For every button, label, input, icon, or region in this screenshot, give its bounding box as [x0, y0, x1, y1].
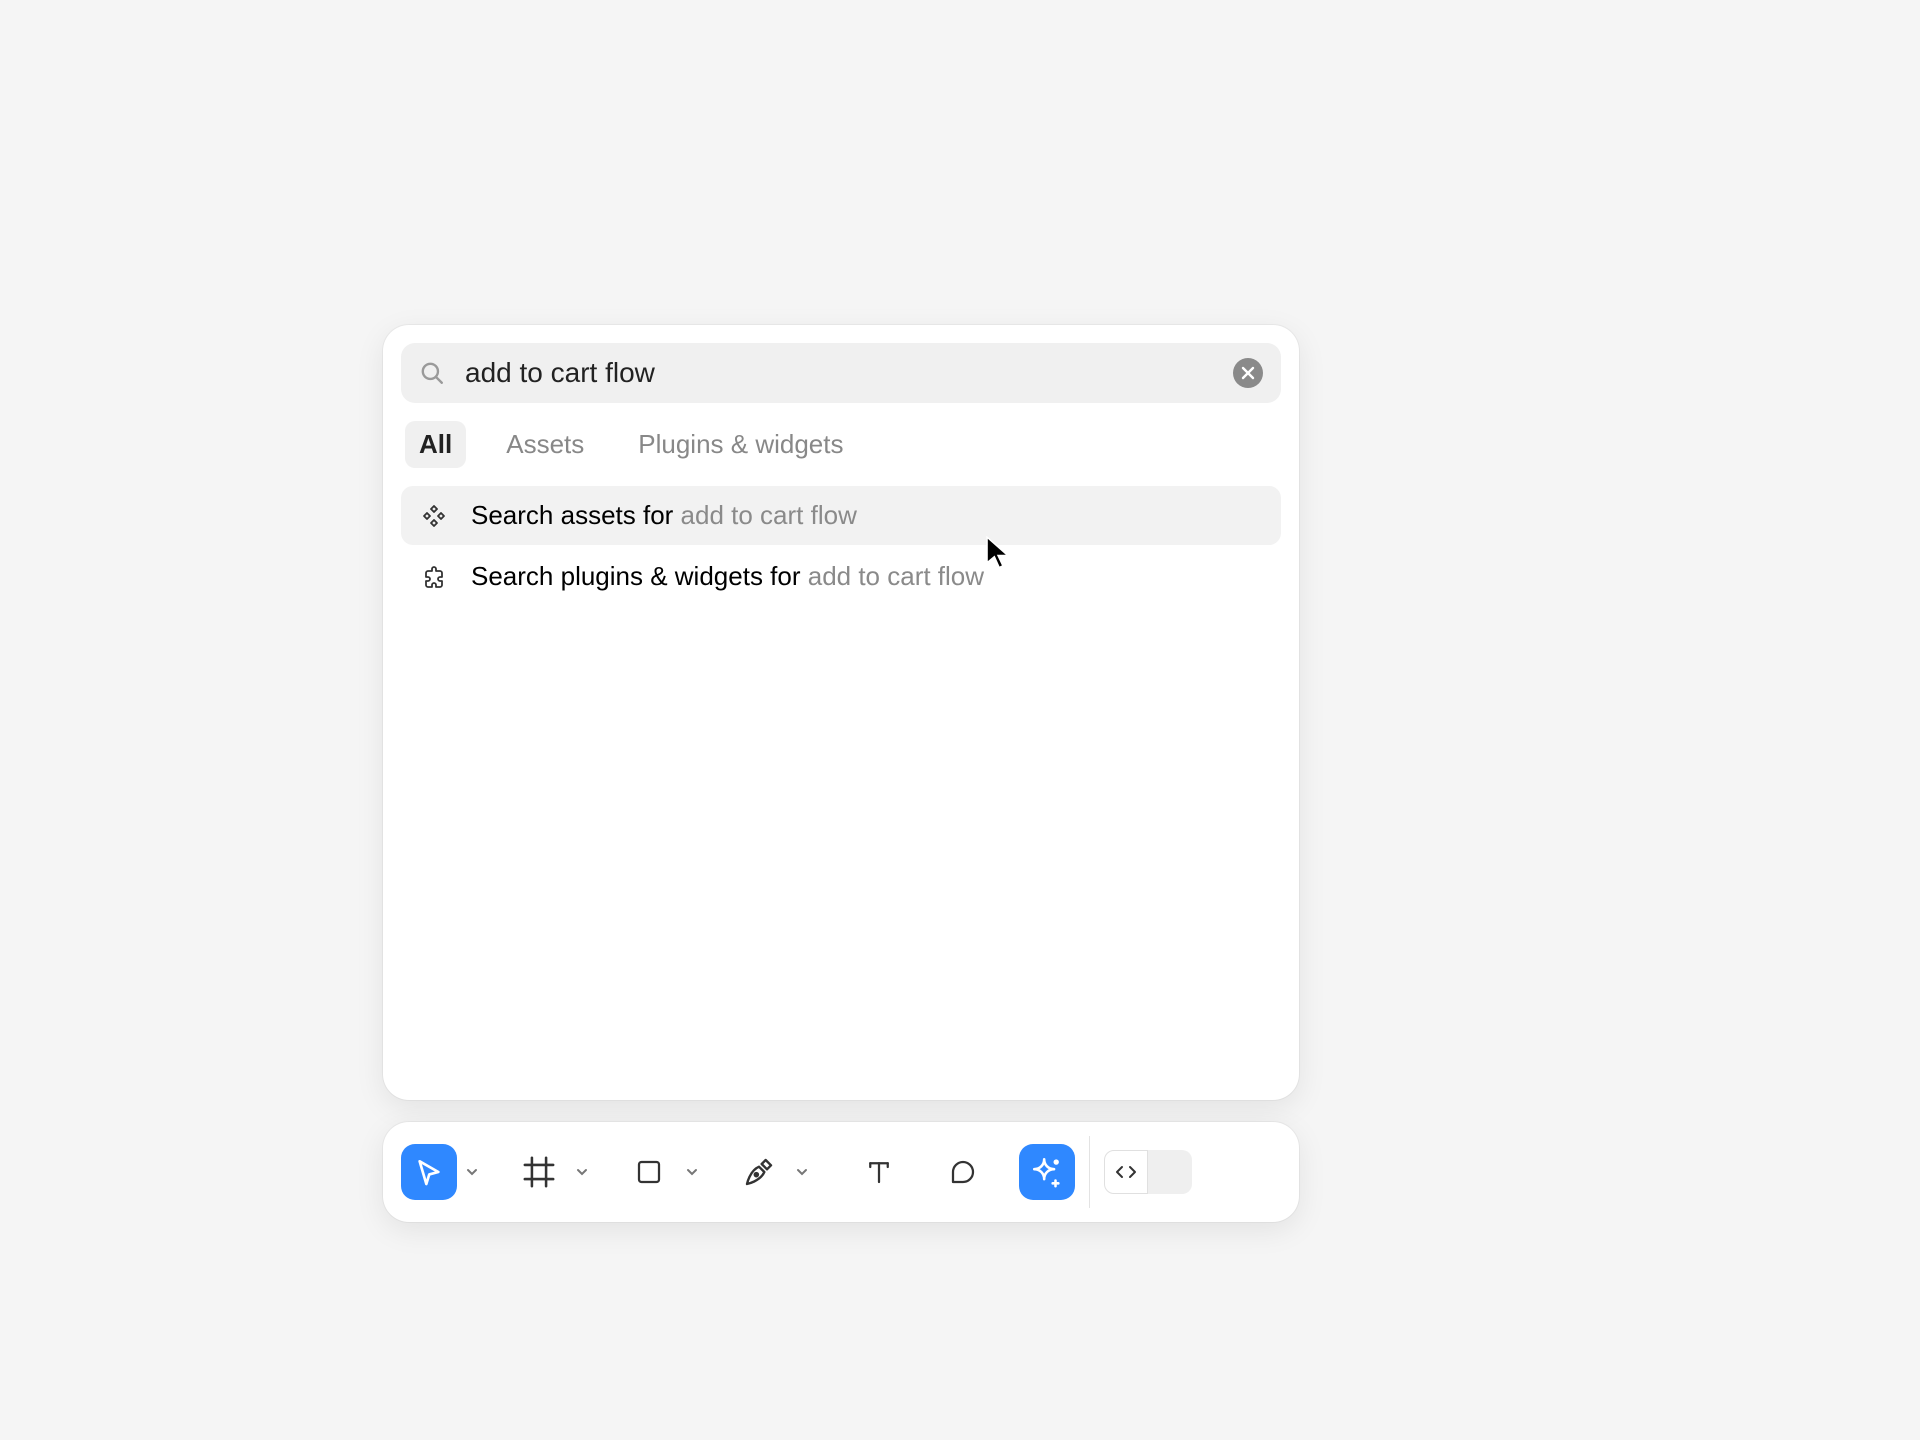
actions-panel: All Assets Plugins & widgets Search asse… [383, 325, 1299, 1100]
comment-icon [948, 1157, 978, 1187]
dev-mode-switch[interactable] [1148, 1150, 1192, 1194]
move-tool-caret[interactable] [461, 1144, 483, 1200]
dev-mode-button[interactable] [1104, 1150, 1148, 1194]
toolbar [383, 1122, 1299, 1222]
result-search-plugins[interactable]: Search plugins & widgets for add to cart… [401, 547, 1281, 606]
pen-icon [743, 1156, 775, 1188]
code-icon [1114, 1160, 1138, 1184]
cursor-icon [413, 1156, 445, 1188]
shape-tool[interactable] [621, 1144, 677, 1200]
pen-tool[interactable] [731, 1144, 787, 1200]
result-query: add to cart flow [681, 500, 857, 530]
frame-tool[interactable] [511, 1144, 567, 1200]
result-text: Search plugins & widgets for add to cart… [471, 561, 984, 592]
pen-tool-caret[interactable] [791, 1144, 813, 1200]
frame-icon [522, 1155, 556, 1189]
search-input[interactable] [465, 357, 1233, 389]
text-icon [864, 1157, 894, 1187]
result-prefix: Search plugins & widgets for [471, 561, 808, 591]
tool-shape-group [621, 1144, 703, 1200]
components-icon [417, 504, 451, 528]
square-icon [634, 1157, 664, 1187]
chevron-down-icon [686, 1166, 698, 1178]
chevron-down-icon [466, 1166, 478, 1178]
search-icon [419, 360, 445, 386]
result-text: Search assets for add to cart flow [471, 500, 857, 531]
result-prefix: Search assets for [471, 500, 681, 530]
comment-tool[interactable] [935, 1144, 991, 1200]
tab-plugins-widgets[interactable]: Plugins & widgets [624, 421, 857, 468]
toolbar-divider [1089, 1136, 1090, 1208]
puzzle-icon [417, 565, 451, 589]
chevron-down-icon [576, 1166, 588, 1178]
frame-tool-caret[interactable] [571, 1144, 593, 1200]
text-tool[interactable] [851, 1144, 907, 1200]
search-row [401, 343, 1281, 403]
tool-move-group [401, 1144, 483, 1200]
dev-mode-toggle[interactable] [1104, 1150, 1192, 1194]
tool-frame-group [511, 1144, 593, 1200]
search-results: Search assets for add to cart flow Searc… [401, 486, 1281, 606]
chevron-down-icon [796, 1166, 808, 1178]
tab-all[interactable]: All [405, 421, 466, 468]
shape-tool-caret[interactable] [681, 1144, 703, 1200]
actions-tool[interactable] [1019, 1144, 1075, 1200]
filter-tabs: All Assets Plugins & widgets [401, 421, 1281, 468]
result-query: add to cart flow [808, 561, 984, 591]
tool-pen-group [731, 1144, 813, 1200]
clear-search-button[interactable] [1233, 358, 1263, 388]
move-tool[interactable] [401, 1144, 457, 1200]
result-search-assets[interactable]: Search assets for add to cart flow [401, 486, 1281, 545]
tab-assets[interactable]: Assets [492, 421, 598, 468]
sparkle-icon [1030, 1155, 1064, 1189]
close-icon [1241, 366, 1255, 380]
